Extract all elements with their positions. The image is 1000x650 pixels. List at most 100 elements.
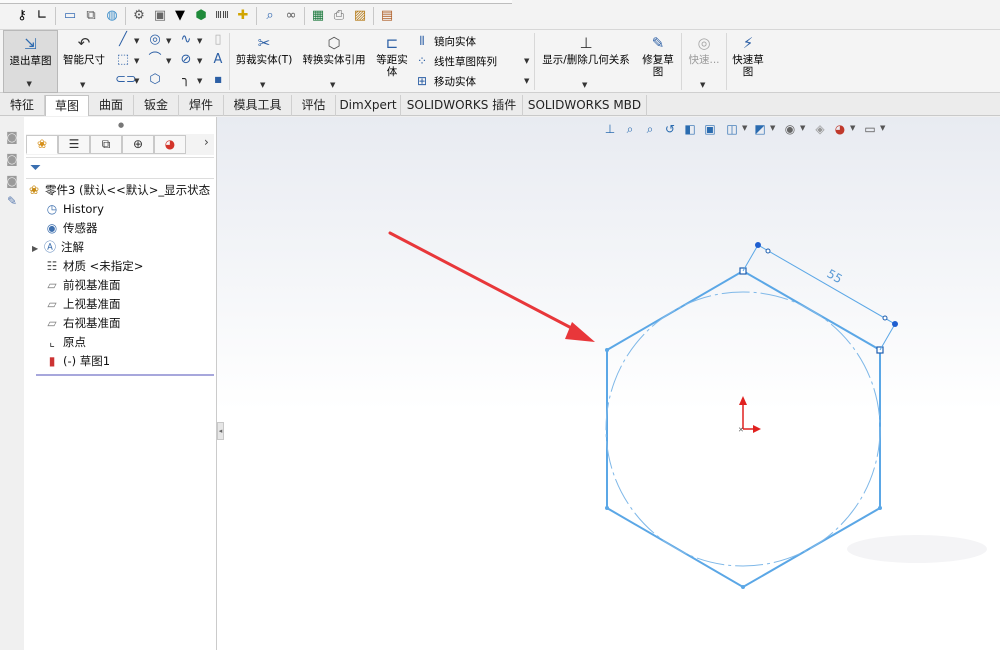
tree-item-history[interactable]: ◷ History xyxy=(44,200,104,219)
binoculars-icon[interactable]: ∞ xyxy=(283,8,299,24)
graphics-area[interactable]: ◂ ⊥ ⌕ ⌕ ↺ ◧ ▣ ◫ ▼ ◩ ▼ ◉ ▼ ◈ ◕ ▼ ▭ ▼ 55 ✕ xyxy=(217,117,1000,650)
fillet-icon[interactable]: ╮ xyxy=(178,72,194,88)
dimxpert-manager-tab[interactable]: ⊕ xyxy=(122,135,154,154)
display-relations-button[interactable]: ⊥ 显示/删除几何关系 ▼ xyxy=(537,30,635,93)
dimension-handle[interactable] xyxy=(755,242,761,248)
globe-icon[interactable]: ◍ xyxy=(104,8,120,24)
smart-dimension-button[interactable]: ↶ 智能尺寸 ▼ xyxy=(60,30,108,93)
chevron-down-icon[interactable]: ▼ xyxy=(330,79,335,91)
dimension-value-text[interactable]: 55 xyxy=(825,266,845,286)
sketch-canvas[interactable]: 55 ✕ xyxy=(217,117,1000,650)
arc-icon[interactable]: ⌒ xyxy=(147,52,163,68)
dimension-handle[interactable] xyxy=(892,321,898,327)
chevron-down-icon[interactable]: ▼ xyxy=(27,78,32,90)
exit-sketch-button[interactable]: ⇲ 退出草图 ▼ xyxy=(3,30,58,93)
printer-icon[interactable]: ⎙ xyxy=(331,8,347,24)
tree-item-annotations[interactable]: ▶ Ⓐ 注解 xyxy=(32,238,84,257)
tab-sketch[interactable]: 草图 xyxy=(45,95,89,116)
ellipse-icon[interactable]: ⊘ xyxy=(178,52,194,68)
offset-entities-button[interactable]: ⊏ 等距实体 xyxy=(372,30,412,93)
quick-snaps-button[interactable]: ◎ 快速... ▼ xyxy=(684,30,724,93)
zoom-icon[interactable]: ⌕ xyxy=(262,8,278,24)
point-icon[interactable]: ■ xyxy=(210,72,226,88)
chevron-down-icon[interactable]: ▼ xyxy=(134,37,139,45)
panel-grip-icon[interactable]: ● xyxy=(118,121,124,129)
surface-icon[interactable]: ▯ xyxy=(210,32,226,48)
chevron-down-icon[interactable]: ▼ xyxy=(197,57,202,65)
spline-icon[interactable]: ∿ xyxy=(178,32,194,48)
assembly-icon[interactable]: ⧉ xyxy=(83,8,99,24)
tab-surfaces[interactable]: 曲面 xyxy=(89,95,134,116)
tree-item-right-plane[interactable]: ▱ 右视基准面 xyxy=(44,314,120,333)
box-icon[interactable]: ▣ xyxy=(152,8,168,24)
move-entities-button[interactable]: ⊞ 移动实体 xyxy=(414,71,476,91)
linear-pattern-button[interactable]: ⁘ 线性草图阵列 xyxy=(414,51,497,71)
camera-icon[interactable]: ◙ xyxy=(4,173,20,189)
vertex-point[interactable] xyxy=(741,585,745,589)
rectangle-icon[interactable]: ⬚ xyxy=(115,52,131,68)
tree-item-origin[interactable]: ⌞ 原点 xyxy=(44,333,86,352)
ruler-icon[interactable]: ⅢⅢ xyxy=(214,8,230,24)
camera-icon[interactable]: ◙ xyxy=(4,129,20,145)
tab-evaluate[interactable]: 评估 xyxy=(292,95,336,116)
tree-filter-bar[interactable]: ⏷ xyxy=(26,157,214,179)
camera-icon[interactable]: ◙ xyxy=(4,151,20,167)
tab-solidworks-addins[interactable]: SOLIDWORKS 插件 xyxy=(401,95,523,116)
expand-arrow-icon[interactable]: ▶ xyxy=(32,239,42,258)
display-manager-tab[interactable]: ◕ xyxy=(154,135,186,154)
key-icon[interactable]: ⚷ xyxy=(14,8,30,24)
tree-item-material[interactable]: ☷ 材质 <未指定> xyxy=(44,257,144,276)
monitor-icon[interactable]: ▭ xyxy=(62,8,78,24)
configuration-manager-tab[interactable]: ⧉ xyxy=(90,135,122,154)
chevron-down-icon[interactable]: ▼ xyxy=(524,57,529,65)
tree-root-part[interactable]: ❀ 零件3 (默认<<默认>_显示状态 xyxy=(26,181,210,200)
chevron-down-icon[interactable]: ▼ xyxy=(582,79,587,91)
chevron-down-icon[interactable]: ▼ xyxy=(197,37,202,45)
tab-sheet-metal[interactable]: 钣金 xyxy=(134,95,179,116)
excel-icon[interactable]: ▦ xyxy=(310,8,326,24)
shield-green-icon[interactable]: ⬢ xyxy=(193,8,209,24)
vertex-point[interactable] xyxy=(878,506,882,510)
mirror-entities-button[interactable]: ⫴ 镜向实体 xyxy=(414,31,476,51)
gear-icon[interactable]: ⚙ xyxy=(131,8,147,24)
tree-item-top-plane[interactable]: ▱ 上视基准面 xyxy=(44,295,120,314)
chevron-down-icon[interactable]: ▼ xyxy=(134,77,139,85)
chevron-down-icon[interactable]: ▼ xyxy=(524,77,529,85)
repair-sketch-button[interactable]: ✎ 修复草图 xyxy=(638,30,678,93)
cup-icon[interactable]: ▼ xyxy=(172,8,188,24)
line-icon[interactable]: ╱ xyxy=(115,32,131,48)
document-icon[interactable]: ▤ xyxy=(379,8,395,24)
dimension-55[interactable] xyxy=(742,242,898,351)
sketch-tool-icon[interactable]: ✎ xyxy=(4,193,20,209)
vertex-point[interactable] xyxy=(605,506,609,510)
chevron-down-icon[interactable]: ▼ xyxy=(80,79,85,91)
chevron-down-icon[interactable]: ▼ xyxy=(166,57,171,65)
tab-weldments[interactable]: 焊件 xyxy=(179,95,224,116)
chevron-down-icon[interactable]: ▼ xyxy=(260,79,265,91)
tab-features[interactable]: 特征 xyxy=(0,95,45,116)
chevron-down-icon[interactable]: ▼ xyxy=(197,77,202,85)
sketch-corner-icon[interactable]: ∟ xyxy=(34,8,50,24)
polygon-icon[interactable]: ⬡ xyxy=(147,72,163,88)
feature-manager-tab[interactable]: ❀ xyxy=(26,135,58,154)
property-manager-tab[interactable]: ☰ xyxy=(58,135,90,154)
image-edit-icon[interactable]: ▨ xyxy=(352,8,368,24)
chevron-down-icon[interactable]: ▼ xyxy=(700,79,705,91)
plus-yellow-icon[interactable]: ✚ xyxy=(235,8,251,24)
tree-item-sketch1[interactable]: ▮ (-) 草图1 xyxy=(44,352,110,371)
chevron-down-icon[interactable]: ▼ xyxy=(134,57,139,65)
tab-solidworks-mbd[interactable]: SOLIDWORKS MBD xyxy=(523,95,647,116)
tab-dimxpert[interactable]: DimXpert xyxy=(336,95,401,116)
tab-mold-tools[interactable]: 模具工具 xyxy=(224,95,292,116)
vertex-point[interactable] xyxy=(605,348,609,352)
tree-item-front-plane[interactable]: ▱ 前视基准面 xyxy=(44,276,120,295)
slot-icon[interactable]: ⊂⊃ xyxy=(115,72,137,88)
rapid-sketch-button[interactable]: ⚡ 快速草图 xyxy=(728,30,768,93)
text-icon[interactable]: A xyxy=(210,52,226,68)
tree-item-sensors[interactable]: ◉ 传感器 xyxy=(44,219,98,238)
convert-entities-button[interactable]: ⬡ 转换实体引用 ▼ xyxy=(298,30,370,93)
rollback-bar[interactable] xyxy=(36,374,214,376)
circle-icon[interactable]: ◎ xyxy=(147,32,163,48)
trim-entities-button[interactable]: ✂ 剪裁实体(T) ▼ xyxy=(232,30,296,93)
chevron-down-icon[interactable]: ▼ xyxy=(166,37,171,45)
